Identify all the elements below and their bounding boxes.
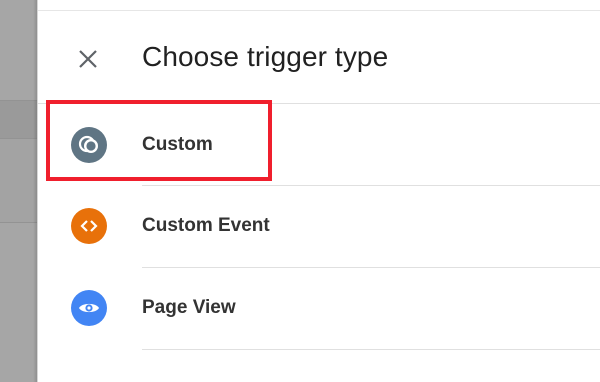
trigger-type-panel: Choose trigger type Custom Custom Event … <box>38 0 600 382</box>
background-band <box>0 100 37 138</box>
trigger-option-custom[interactable]: Custom <box>38 105 600 185</box>
background-band <box>0 138 37 222</box>
row-divider <box>142 349 600 350</box>
dialog-title: Choose trigger type <box>142 41 389 72</box>
trigger-option-label: Custom Event <box>142 215 270 236</box>
trigger-option-label: Custom <box>142 134 213 155</box>
close-icon <box>79 50 97 68</box>
screenshot: Choose trigger type Custom Custom Event … <box>0 0 600 382</box>
trigger-option-label: Page View <box>142 297 236 318</box>
trigger-option-page-view[interactable]: Page View <box>38 268 600 348</box>
eye-icon <box>71 290 107 326</box>
panel-header: Choose trigger type <box>38 11 600 103</box>
close-button[interactable] <box>70 41 106 77</box>
background-line <box>0 138 37 139</box>
custom-trigger-icon <box>71 127 107 163</box>
background-line <box>0 100 37 101</box>
background-line <box>0 222 37 223</box>
code-brackets-icon <box>71 208 107 244</box>
dimmed-background-app <box>0 0 37 382</box>
header-divider <box>38 103 600 104</box>
trigger-option-custom-event[interactable]: Custom Event <box>38 186 600 266</box>
